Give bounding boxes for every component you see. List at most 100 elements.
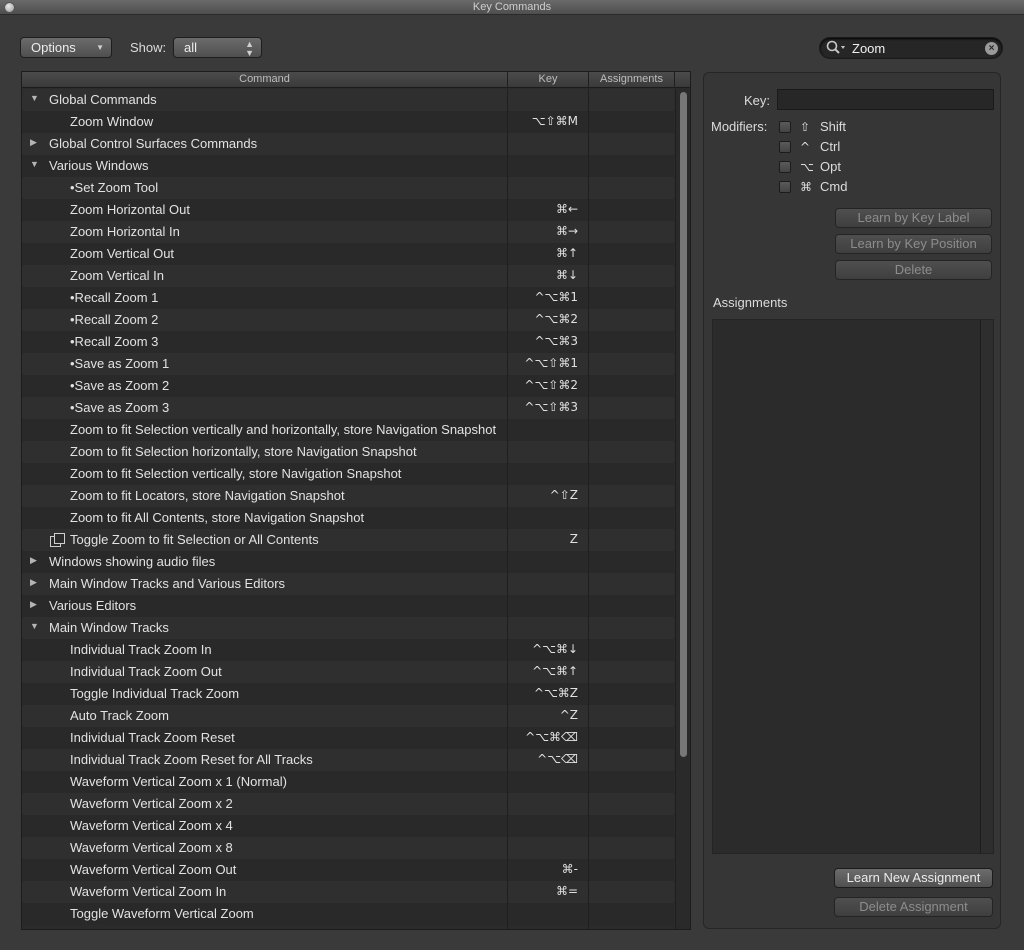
table-row[interactable]: ▼ Main Window Tracks (22, 617, 674, 639)
table-row[interactable]: Auto Track Zoom ^Z (22, 705, 674, 727)
delete-assignment-button[interactable]: Delete Assignment (834, 897, 993, 917)
table-row[interactable]: Zoom to fit Locators, store Navigation S… (22, 485, 674, 507)
table-row[interactable]: Waveform Vertical Zoom x 4 (22, 815, 674, 837)
disclosure-open-icon[interactable]: ▼ (30, 159, 39, 169)
command-label: Various Editors (49, 598, 137, 613)
table-row[interactable]: Zoom to fit Selection vertically and hor… (22, 419, 674, 441)
close-window-button[interactable] (4, 2, 15, 13)
table-row[interactable]: Zoom Window ⌥⇧⌘M (22, 111, 674, 133)
clear-icon[interactable]: × (985, 42, 998, 55)
table-row[interactable]: •Save as Zoom 1 ^⌥⇧⌘1 (22, 353, 674, 375)
command-label: •Recall Zoom 2 (70, 312, 159, 327)
show-label: Show: (130, 40, 167, 55)
table-row[interactable]: Individual Track Zoom Reset for All Trac… (22, 749, 674, 771)
table-row[interactable]: Waveform Vertical Zoom x 8 (22, 837, 674, 859)
learn-by-key-label-button[interactable]: Learn by Key Label (835, 208, 992, 228)
table-row[interactable]: Individual Track Zoom Reset ^⌥⌘⌫ (22, 727, 674, 749)
command-label: Waveform Vertical Zoom x 1 (Normal) (70, 774, 287, 789)
window-titlebar: Key Commands (0, 0, 1024, 15)
column-header-command[interactable]: Command (22, 72, 508, 88)
disclosure-closed-icon[interactable]: ▶ (30, 137, 37, 148)
table-row[interactable]: Zoom Vertical In ⌘↓ (22, 265, 674, 287)
key-shortcut: ^⇧Z (549, 488, 578, 502)
table-row[interactable]: ▶ Various Editors (22, 595, 674, 617)
shift-checkbox[interactable] (779, 121, 791, 133)
table-row[interactable]: Zoom Horizontal In ⌘→ (22, 221, 674, 243)
table-row[interactable]: Toggle Zoom to fit Selection or All Cont… (22, 529, 674, 551)
command-label: Individual Track Zoom Reset for All Trac… (70, 752, 313, 767)
options-popup-label: Options (31, 40, 76, 55)
table-row[interactable]: Zoom Vertical Out ⌘↑ (22, 243, 674, 265)
table-row[interactable]: ▼ Global Commands (22, 89, 674, 111)
disclosure-closed-icon[interactable]: ▶ (30, 555, 37, 566)
command-label: Zoom Horizontal Out (70, 202, 190, 217)
search-field[interactable]: × (819, 37, 1003, 59)
command-label: Zoom to fit Selection vertically, store … (70, 466, 402, 481)
key-shortcut: ^⌥⌘↑ (532, 664, 578, 678)
table-row[interactable]: Waveform Vertical Zoom In ⌘= (22, 881, 674, 903)
learn-by-key-position-button[interactable]: Learn by Key Position (835, 234, 992, 254)
key-shortcut: ⌘↓ (555, 268, 578, 282)
table-row[interactable]: ▶ Main Window Tracks and Various Editors (22, 573, 674, 595)
table-row[interactable]: ▶ Windows showing audio files (22, 551, 674, 573)
table-row[interactable]: ▶ Global Control Surfaces Commands (22, 133, 674, 155)
search-input[interactable] (852, 40, 982, 56)
key-input[interactable] (777, 89, 994, 110)
table-row[interactable]: Toggle Individual Track Zoom ^⌥⌘Z (22, 683, 674, 705)
table-row[interactable]: Individual Track Zoom Out ^⌥⌘↑ (22, 661, 674, 683)
column-header-key[interactable]: Key (508, 72, 589, 88)
key-shortcut: ^Z (559, 708, 578, 722)
scrollbar-thumb[interactable] (680, 92, 687, 757)
table-row[interactable]: Zoom to fit Selection vertically, store … (22, 463, 674, 485)
column-header-assignments[interactable]: Assignments (589, 72, 675, 88)
command-icon: ⌘ (800, 180, 812, 194)
table-row[interactable]: •Save as Zoom 3 ^⌥⇧⌘3 (22, 397, 674, 419)
cmd-checkbox[interactable] (779, 181, 791, 193)
key-shortcut: ^⌥⇧⌘1 (524, 356, 578, 370)
command-label: Zoom Vertical Out (70, 246, 175, 261)
table-header: Command Key Assignments (22, 72, 690, 88)
disclosure-closed-icon[interactable]: ▶ (30, 577, 37, 588)
modifiers-label: Modifiers: (711, 119, 768, 134)
table-row[interactable]: Toggle Waveform Vertical Zoom (22, 903, 674, 925)
table-row[interactable]: •Recall Zoom 3 ^⌥⌘3 (22, 331, 674, 353)
key-shortcut: ⌘↑ (555, 246, 578, 260)
ctrl-checkbox[interactable] (779, 141, 791, 153)
table-row[interactable]: ▼ Various Windows (22, 155, 674, 177)
table-row[interactable]: Waveform Vertical Zoom Out ⌘- (22, 859, 674, 881)
show-popup-value: all (184, 40, 198, 55)
command-label: Various Windows (49, 158, 149, 173)
opt-label: Opt (820, 159, 841, 174)
learn-new-assignment-button[interactable]: Learn New Assignment (834, 868, 993, 888)
key-shortcut: ^⌥⌘2 (534, 312, 578, 326)
disclosure-open-icon[interactable]: ▼ (30, 621, 39, 631)
command-label: Waveform Vertical Zoom In (70, 884, 227, 899)
search-icon[interactable] (826, 40, 848, 59)
table-row[interactable]: Zoom to fit Selection horizontally, stor… (22, 441, 674, 463)
assignments-scrollbar[interactable] (980, 320, 993, 853)
table-row[interactable]: •Save as Zoom 2 ^⌥⇧⌘2 (22, 375, 674, 397)
assignment-panel: Key: Modifiers: ⇧ Shift ^ Ctrl ⌥ Opt ⌘ C… (703, 72, 1001, 929)
options-popup[interactable]: Options ▼ (20, 37, 112, 58)
table-row[interactable]: •Recall Zoom 2 ^⌥⌘2 (22, 309, 674, 331)
assignments-list[interactable] (712, 319, 994, 854)
table-row[interactable]: Individual Track Zoom In ^⌥⌘↓ (22, 639, 674, 661)
vertical-scrollbar[interactable] (675, 89, 690, 929)
table-row[interactable]: Waveform Vertical Zoom x 1 (Normal) (22, 771, 674, 793)
table-row[interactable]: •Set Zoom Tool (22, 177, 674, 199)
command-label: Main Window Tracks (49, 620, 169, 635)
show-popup[interactable]: all ▲ ▼ (173, 37, 262, 58)
table-row[interactable]: Waveform Vertical Zoom x 2 (22, 793, 674, 815)
command-label: Zoom to fit Selection vertically and hor… (70, 422, 497, 437)
command-label: Waveform Vertical Zoom x 2 (70, 796, 233, 811)
disclosure-open-icon[interactable]: ▼ (30, 93, 39, 103)
table-row[interactable]: Zoom Horizontal Out ⌘← (22, 199, 674, 221)
key-shortcut: ^⌥⇧⌘2 (524, 378, 578, 392)
command-label: Main Window Tracks and Various Editors (49, 576, 286, 591)
delete-button[interactable]: Delete (835, 260, 992, 280)
opt-checkbox[interactable] (779, 161, 791, 173)
column-divider (588, 89, 589, 929)
table-row[interactable]: Zoom to fit All Contents, store Navigati… (22, 507, 674, 529)
table-row[interactable]: •Recall Zoom 1 ^⌥⌘1 (22, 287, 674, 309)
disclosure-closed-icon[interactable]: ▶ (30, 599, 37, 610)
